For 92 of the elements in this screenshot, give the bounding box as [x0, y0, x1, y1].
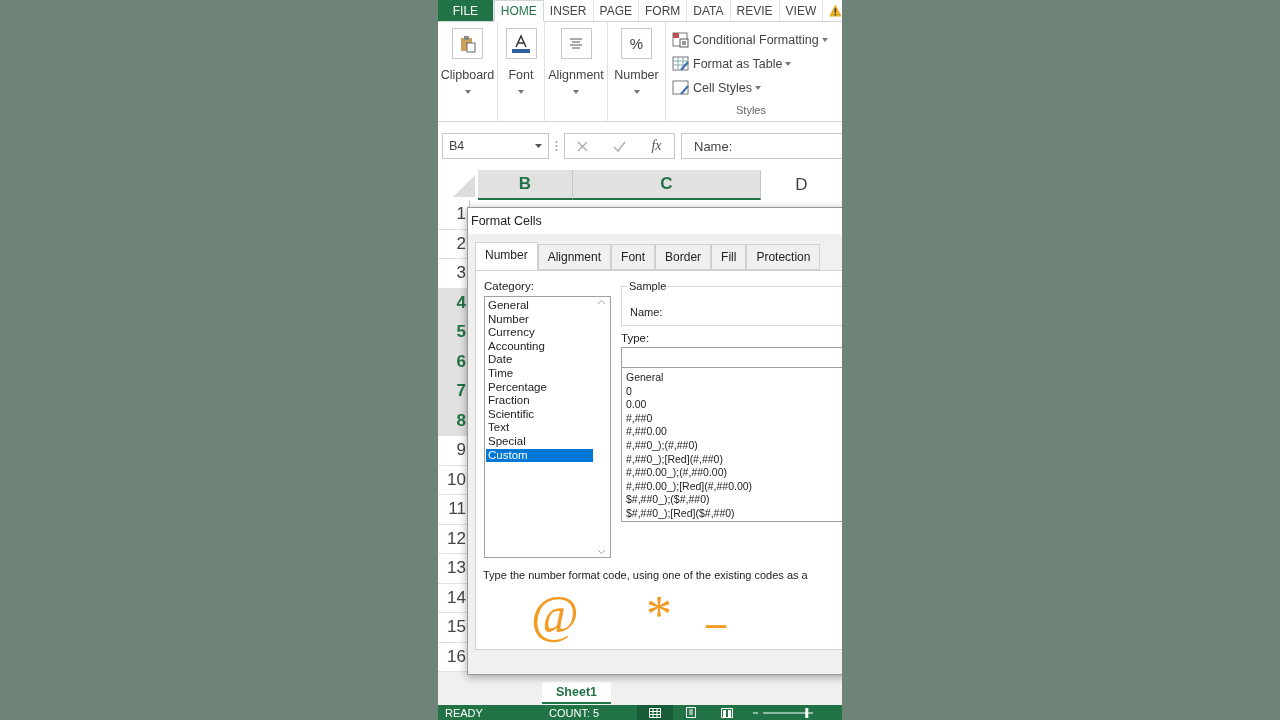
caret-icon [573, 90, 579, 94]
status-text: READY [445, 706, 484, 719]
sheet-tab[interactable]: Sheet1 [542, 682, 611, 704]
ribbon-tab[interactable]: FORM [639, 0, 688, 21]
styles-menu-button[interactable]: Format as Table [672, 52, 842, 76]
format-code[interactable]: General [626, 371, 842, 385]
format-code[interactable]: #,##0_);(#,##0) [626, 438, 842, 453]
category-item[interactable]: Scientific [486, 407, 593, 422]
type-label: Type: [621, 332, 651, 344]
row-header[interactable]: 5 [438, 318, 470, 348]
caret-icon [755, 86, 762, 90]
caret-icon [821, 38, 828, 42]
font-color-icon [511, 33, 531, 54]
group-label: Styles [736, 104, 766, 116]
formula-field[interactable]: Name: [681, 133, 842, 159]
align-center-icon [569, 38, 583, 49]
group-label[interactable]: Font [508, 68, 534, 82]
page-break-icon[interactable] [721, 707, 733, 718]
format-code-list[interactable]: General 0 0.00 #,##0 #,##0.00 #,##0_);(#,##0) #,##0_);[Red](#,##0) #,##0.00_);(#,##0.00) #,##0.00_);[Red](#,##0.00) $#,##0_);($#,##0) $#,##0_);[Red]($#,##0) [621, 368, 842, 522]
normal-view-icon[interactable] [649, 707, 661, 718]
category-item[interactable]: Percentage [486, 380, 593, 395]
styles-menu-button[interactable]: Conditional Formatting [672, 28, 842, 52]
dialog-tab[interactable]: Protection [746, 244, 821, 270]
dialog-tab[interactable]: Alignment [537, 244, 612, 270]
at-sign-overlay: @ [531, 589, 579, 641]
clipboard-button[interactable] [452, 28, 483, 59]
category-item[interactable]: Fraction [486, 394, 593, 408]
category-item[interactable]: Custom [486, 448, 593, 463]
ribbon-tab[interactable]: HOME [493, 0, 544, 22]
insert-function-button[interactable]: fx [651, 138, 662, 154]
format-code[interactable]: #,##0.00 [626, 425, 842, 439]
category-item[interactable]: Number [486, 312, 593, 327]
category-list[interactable]: General Number Currency Accounting Date Time Percentage Fraction Scientific Text Special Custom [484, 296, 611, 558]
caret-icon [518, 90, 524, 94]
category-label: Category: [484, 280, 535, 292]
format-code[interactable]: 0.00 [626, 398, 842, 412]
row-header[interactable]: 1 [438, 200, 470, 230]
format-code[interactable]: #,##0 [626, 411, 842, 426]
group-label[interactable]: Alignment [548, 68, 604, 82]
dialog-tab[interactable]: Number [475, 242, 538, 271]
drag-handle-icon[interactable] [555, 140, 558, 152]
zoom-slider[interactable] [753, 707, 813, 718]
ribbon-tab[interactable]: DATA [687, 0, 731, 21]
format-code[interactable]: $#,##0_);[Red]($#,##0) [626, 506, 842, 521]
format-code[interactable]: #,##0.00_);[Red](#,##0.00) [626, 479, 842, 494]
description-text: Type the number format code, using one of the existing codes as a [483, 569, 808, 581]
dialog-title: Format Cells [468, 208, 842, 234]
category-item[interactable]: Currency [486, 326, 593, 340]
caret-icon [633, 90, 640, 94]
category-item[interactable]: Accounting [486, 339, 593, 354]
dialog-tab[interactable]: Fill [711, 244, 747, 270]
sample-value: Name: [630, 306, 663, 318]
category-item[interactable]: Date [486, 353, 593, 367]
format-table-icon [672, 56, 690, 72]
underscore-overlay: _ [706, 589, 726, 629]
format-code[interactable]: #,##0.00_);(#,##0.00) [626, 466, 842, 480]
clipboard-icon [459, 34, 476, 53]
group-label[interactable]: Clipboard [440, 68, 495, 82]
ribbon-tab[interactable]: INSER [543, 0, 594, 21]
conditional-format-icon [672, 32, 690, 48]
format-code[interactable]: $#,##0_);($#,##0) [626, 493, 842, 507]
name-box[interactable]: B4 [442, 133, 549, 159]
type-field[interactable] [621, 347, 842, 368]
dialog-tab[interactable]: Font [611, 244, 656, 270]
ribbon-tab[interactable]: REVIE [730, 0, 780, 21]
ribbon-tab[interactable]: PAGE [593, 0, 639, 21]
format-code[interactable]: #,##0_);[Red](#,##0) [626, 452, 842, 467]
column-header[interactable]: B [478, 170, 573, 200]
group-label[interactable]: Number [614, 68, 659, 82]
styles-menu-button[interactable]: Cell Styles [672, 76, 842, 100]
category-item[interactable]: Time [486, 366, 593, 381]
caret-icon [785, 62, 792, 66]
font-button[interactable] [505, 28, 537, 59]
count-text: COUNT: 5 [549, 706, 601, 719]
cell-styles-icon [672, 80, 690, 96]
category-item[interactable]: Text [486, 421, 593, 435]
check-icon[interactable] [613, 140, 627, 152]
dialog-tab[interactable]: Border [655, 244, 712, 270]
asterisk-overlay: * [646, 589, 672, 641]
ribbon-tab[interactable]: FILE [438, 0, 494, 21]
caret-icon [464, 90, 471, 94]
page-layout-icon[interactable] [686, 707, 696, 718]
ribbon-tab[interactable]: VIEW [779, 0, 824, 21]
category-item[interactable]: General [486, 299, 593, 313]
format-code[interactable]: 0 [626, 384, 842, 399]
column-header[interactable]: C [573, 170, 761, 200]
warning-icon[interactable] [829, 4, 842, 17]
row-header[interactable]: 7 [438, 377, 470, 407]
category-item[interactable]: Special [486, 434, 593, 449]
view-button[interactable] [637, 705, 673, 720]
percent-button[interactable]: % [621, 28, 652, 59]
sample-label: Sample [627, 280, 669, 292]
